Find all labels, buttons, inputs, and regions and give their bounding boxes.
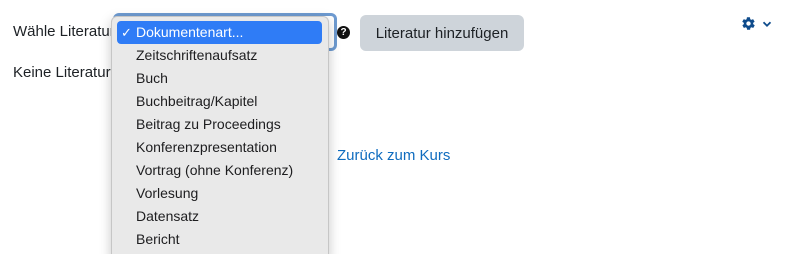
dropdown-option[interactable]: Vorlesung: [112, 182, 328, 205]
gear-icon: [741, 16, 756, 31]
settings-menu-toggle[interactable]: [741, 16, 772, 31]
dropdown-option[interactable]: Beitrag zu Proceedings: [112, 113, 328, 136]
question-circle-icon[interactable]: ?: [337, 26, 350, 39]
add-literature-button[interactable]: Literatur hinzufügen: [360, 15, 524, 51]
dropdown-option[interactable]: Buch: [112, 67, 328, 90]
dropdown-option[interactable]: Bericht: [112, 228, 328, 251]
dropdown-option[interactable]: Buchbeitrag/Kapitel: [112, 90, 328, 113]
dropdown-option[interactable]: ✓ Dokumentenart...: [117, 21, 322, 44]
document-type-dropdown-list[interactable]: ✓ Dokumentenart... Zeitschriftenaufsatz …: [111, 16, 329, 254]
select-label: Wähle Literatur: [13, 23, 115, 40]
dropdown-option[interactable]: Datensatz: [112, 205, 328, 228]
dropdown-option[interactable]: Zeitschriftenaufsatz: [112, 44, 328, 67]
page: Wähle Literatur Keine Literatur ? Litera…: [0, 0, 790, 254]
checkmark-icon: ✓: [121, 25, 132, 40]
empty-state-text: Keine Literatur: [13, 64, 111, 81]
dropdown-option[interactable]: Konferenzpresentation: [112, 136, 328, 159]
dropdown-option-label: Dokumentenart...: [136, 24, 244, 40]
chevron-down-icon: [762, 19, 772, 29]
dropdown-option[interactable]: Vortrag (ohne Konferenz): [112, 159, 328, 182]
back-to-course-link[interactable]: Zurück zum Kurs: [337, 147, 450, 164]
